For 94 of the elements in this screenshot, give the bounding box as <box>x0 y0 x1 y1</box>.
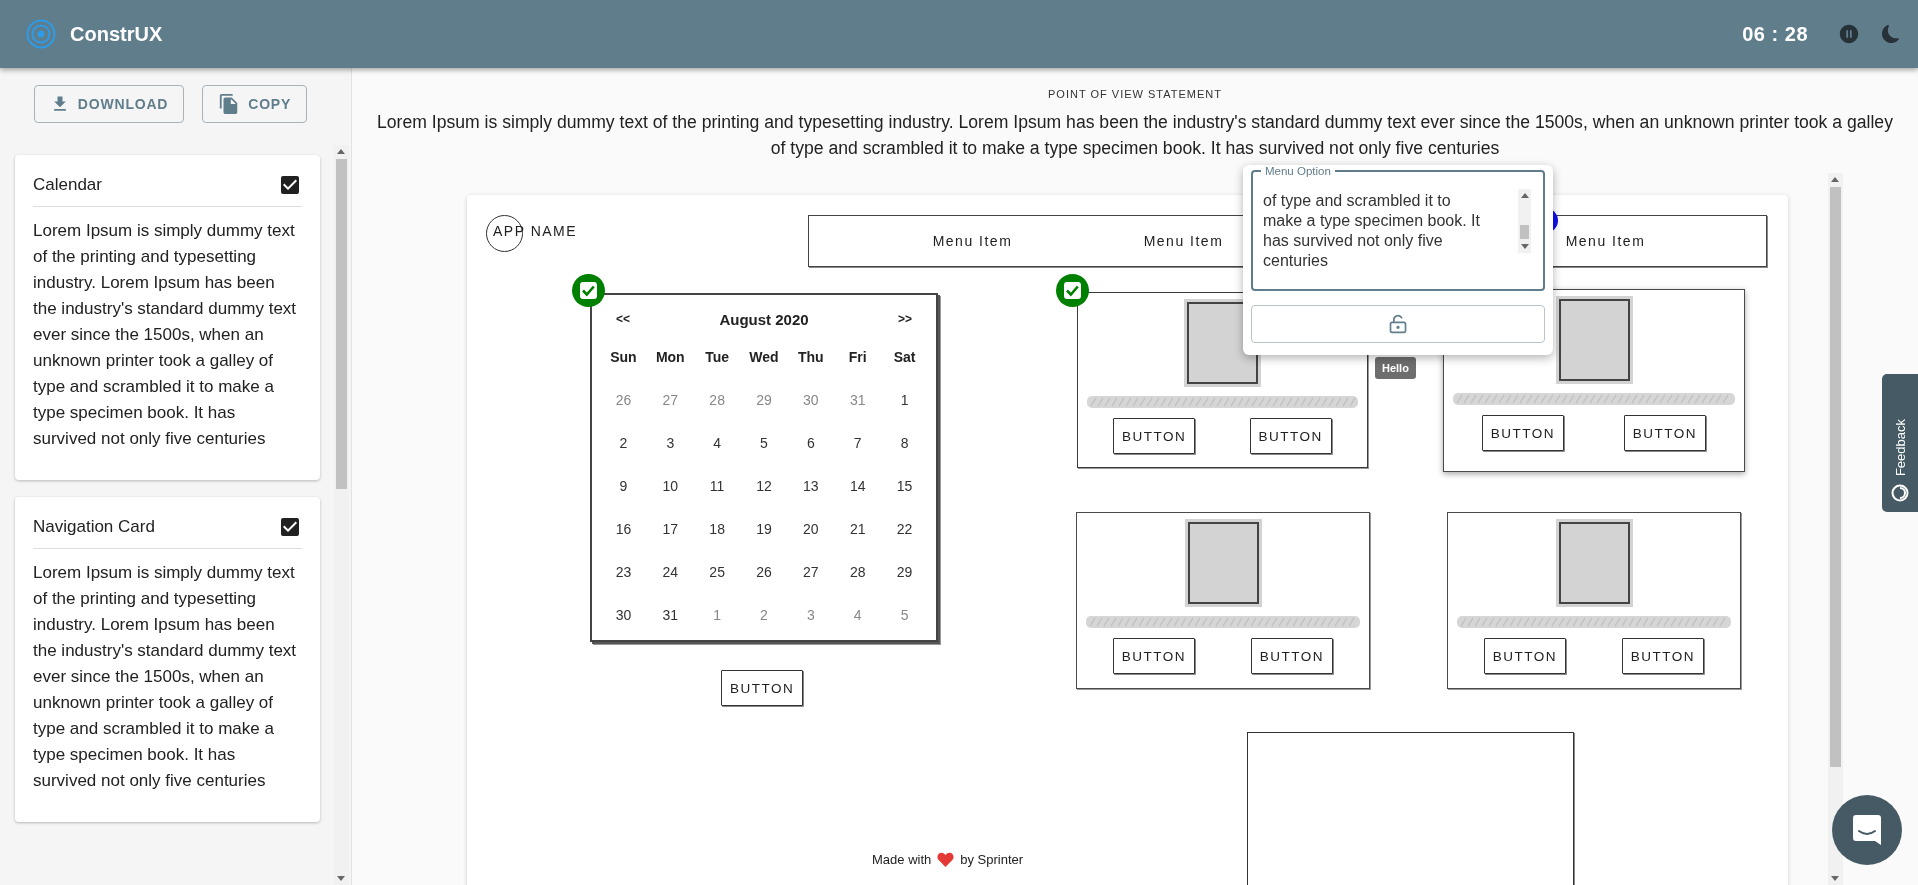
menu-item[interactable]: Menu Item <box>1565 233 1646 249</box>
calendar-day[interactable]: 31 <box>849 391 866 408</box>
calendar-day[interactable]: 1 <box>900 391 909 408</box>
calendar-day[interactable]: 29 <box>756 391 772 408</box>
calendar-day[interactable]: 5 <box>900 606 909 623</box>
calendar-day[interactable]: 6 <box>806 434 815 451</box>
calendar-day[interactable]: 27 <box>803 563 819 580</box>
calendar-day[interactable]: 9 <box>619 477 628 494</box>
calendar-day[interactable]: 19 <box>756 520 772 537</box>
weekday-label: Fri <box>848 348 867 365</box>
calendar-day[interactable]: 28 <box>709 391 725 408</box>
calendar-day[interactable]: 8 <box>900 434 909 451</box>
calendar-day[interactable]: 10 <box>662 477 679 494</box>
app-name: APP NAME <box>493 223 578 239</box>
logo-icon <box>26 19 56 49</box>
calendar-day[interactable]: 31 <box>662 606 679 623</box>
calendar-day[interactable]: 30 <box>803 391 819 408</box>
wireframe-button[interactable]: BUTTON <box>1112 638 1196 674</box>
card-description: Lorem Ipsum is simply dummy text of the printing and typesetting industry. Lorem Ipsum has been the industry's standard dummy text ever since the 1500s, when an unknown printer took a galley of type and scrambled it to make a type specimen book. It has survived not only five centuries <box>33 562 298 792</box>
calendar-day[interactable]: 13 <box>803 477 819 494</box>
text-field[interactable]: Menu Option of type and scrambled it to make a type specimen book. It has survived not only five centuries <box>1251 165 1545 291</box>
wireframe-button[interactable]: BUTTON <box>1250 638 1334 674</box>
weekday-label: Tue <box>705 348 730 365</box>
calendar-day[interactable]: 21 <box>849 520 866 537</box>
calendar-day[interactable]: 30 <box>615 606 632 623</box>
calendar-day[interactable]: 18 <box>709 520 725 537</box>
scrollbar[interactable] <box>1518 189 1531 253</box>
calendar-day[interactable]: 11 <box>709 477 725 494</box>
calendar-day[interactable]: 16 <box>615 520 632 537</box>
feedback-tab[interactable]: Feedback <box>1882 374 1918 512</box>
copy-button[interactable]: COPY <box>202 85 308 123</box>
download-button[interactable]: DOWNLOAD <box>33 85 185 123</box>
calendar-day[interactable]: 3 <box>666 434 675 451</box>
calendar-day[interactable]: 2 <box>760 606 768 623</box>
text-area[interactable]: of type and scrambled it to make a type specimen book. It has survived not only five centuries <box>1263 191 1485 273</box>
calendar-day[interactable]: 14 <box>849 477 866 494</box>
calendar-day[interactable]: 20 <box>803 520 819 537</box>
weekday-label: Wed <box>749 348 779 365</box>
card-title: Navigation Card <box>33 517 155 537</box>
chat-icon <box>1852 814 1882 846</box>
checkbox[interactable] <box>278 173 302 197</box>
calendar-day[interactable]: 23 <box>615 563 632 580</box>
wireframe-button[interactable]: BUTTON <box>1623 415 1707 451</box>
tooltip: Hello <box>1375 357 1416 379</box>
calendar-day[interactable]: 4 <box>853 606 862 623</box>
scrollbar[interactable] <box>1828 173 1843 885</box>
calendar-day[interactable]: 7 <box>853 434 862 451</box>
heart-icon <box>937 852 955 867</box>
calendar-day[interactable]: 27 <box>662 391 679 408</box>
wireframe-button[interactable]: BUTTON <box>1621 638 1705 674</box>
calendar-day[interactable]: 26 <box>756 563 772 580</box>
calendar-day[interactable]: 25 <box>709 563 725 580</box>
footer-text: by Sprinter <box>960 852 1024 867</box>
menu-item[interactable]: Menu Item <box>932 233 1013 249</box>
calendar-day[interactable]: 24 <box>662 563 679 580</box>
card-title: Calendar <box>33 175 102 195</box>
calendar-title: August 2020 <box>719 310 809 328</box>
calendar-day[interactable]: 4 <box>713 434 722 451</box>
weekday-label: Mon <box>655 348 685 365</box>
weekday-label: Thu <box>798 348 824 365</box>
statement-text: Lorem Ipsum is simply dummy text of the printing and typesetting industry. Lorem Ipsum has been the industry's standard dummy text ever since the 1500s, when an unknown printer took a galley of type and scrambled it to make a type specimen book. It has survived not only five centuries <box>376 111 1894 160</box>
footer-text: Made with <box>872 852 932 867</box>
scrollbar[interactable] <box>334 145 349 885</box>
calendar-day[interactable]: 22 <box>896 520 913 537</box>
menu-item[interactable]: Menu Item <box>1143 233 1224 249</box>
calendar-day[interactable]: 12 <box>756 477 772 494</box>
calendar-day[interactable]: 17 <box>662 520 679 537</box>
wireframe-button[interactable]: BUTTON <box>1481 415 1565 451</box>
weekday-label: Sat <box>893 348 916 365</box>
calendar-day[interactable]: 5 <box>760 434 768 451</box>
wireframe-button[interactable]: BUTTON <box>1249 418 1332 454</box>
moon-icon[interactable] <box>1882 25 1900 43</box>
pause-icon[interactable] <box>1838 23 1860 45</box>
wireframe-button[interactable]: BUTTON <box>721 670 804 706</box>
calendar-day[interactable]: 28 <box>849 563 866 580</box>
wireframe-button[interactable]: BUTTON <box>1113 418 1196 454</box>
calendar-day[interactable]: 1 <box>713 606 722 623</box>
field-label: Menu Option <box>1264 165 1332 177</box>
section-heading: POINT OF VIEW STATEMENT <box>1047 87 1223 100</box>
card-description: Lorem Ipsum is simply dummy text of the printing and typesetting industry. Lorem Ipsum has been the industry's standard dummy text ever since the 1500s, when an unknown printer took a galley of type and scrambled it to make a type specimen book. It has survived not only five centuries <box>33 220 298 450</box>
calendar-day[interactable]: 26 <box>615 391 632 408</box>
weekday-label: Sun <box>610 348 637 365</box>
app-title: ConstrUX <box>70 22 163 46</box>
timer: 06 : 28 <box>1742 22 1808 46</box>
wireframe-button[interactable]: BUTTON <box>1483 638 1567 674</box>
calendar-day[interactable]: 15 <box>896 477 913 494</box>
checkbox[interactable] <box>278 515 302 539</box>
next-month-button[interactable]: >> <box>897 312 912 326</box>
calendar-day[interactable]: 3 <box>806 606 815 623</box>
feedback-icon <box>1891 484 1909 502</box>
calendar-day[interactable]: 2 <box>619 434 628 451</box>
calendar-day[interactable]: 29 <box>896 563 913 580</box>
prev-month-button[interactable]: << <box>616 312 630 326</box>
unlock-icon <box>1388 314 1408 334</box>
